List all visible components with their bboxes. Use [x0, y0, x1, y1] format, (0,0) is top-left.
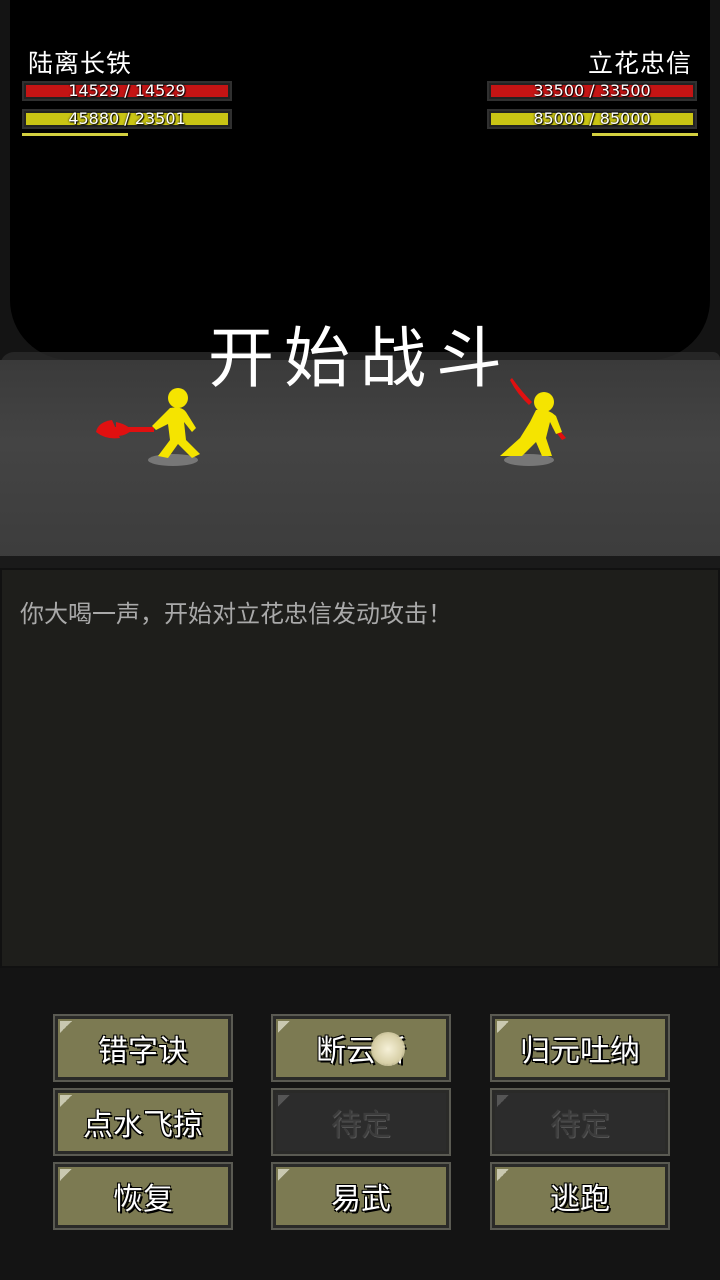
skill-button-duanyunzhan[interactable]: 断云斩 [271, 1014, 451, 1082]
skill-button-dianshuifeilue[interactable]: 点水飞掠 [53, 1088, 233, 1156]
enemy-fighter [500, 378, 566, 456]
skill-button-cuozijue[interactable]: 错字诀 [53, 1014, 233, 1082]
battle-log-line: 你大喝一声，开始对立花忠信发动攻击！ [20, 600, 452, 628]
battle-axe-icon [96, 420, 154, 439]
flee-button[interactable]: 逃跑 [490, 1162, 670, 1230]
battle-log-panel[interactable]: 你大喝一声，开始对立花忠信发动攻击！ [0, 568, 720, 968]
enemy-mp-bar: 85000 / 85000 [487, 109, 697, 129]
skill-button-guiyuantuna[interactable]: 归元吐纳 [490, 1014, 670, 1082]
recover-button[interactable]: 恢复 [53, 1162, 233, 1230]
enemy-mp-text: 85000 / 85000 [533, 109, 651, 128]
touch-indicator [371, 1032, 405, 1066]
player-name: 陆离长铁 [28, 49, 133, 78]
player-mp-bar: 45880 / 23501 [22, 109, 232, 129]
player-mp-text: 45880 / 23501 [68, 109, 186, 128]
enemy-charge-bar [592, 133, 698, 136]
skill-slot-pending-2: 待定 [490, 1088, 670, 1156]
player-charge-bar [22, 133, 128, 136]
player-fighter [96, 388, 200, 458]
player-hp-text: 14529 / 14529 [68, 81, 186, 100]
enemy-hp-text: 33500 / 33500 [533, 81, 651, 100]
switch-weapon-button[interactable]: 易武 [271, 1162, 451, 1230]
enemy-name: 立花忠信 [587, 49, 692, 78]
player-hp-bar: 14529 / 14529 [22, 81, 232, 101]
skill-slot-pending-1: 待定 [271, 1088, 451, 1156]
enemy-hp-bar: 33500 / 33500 [487, 81, 697, 101]
